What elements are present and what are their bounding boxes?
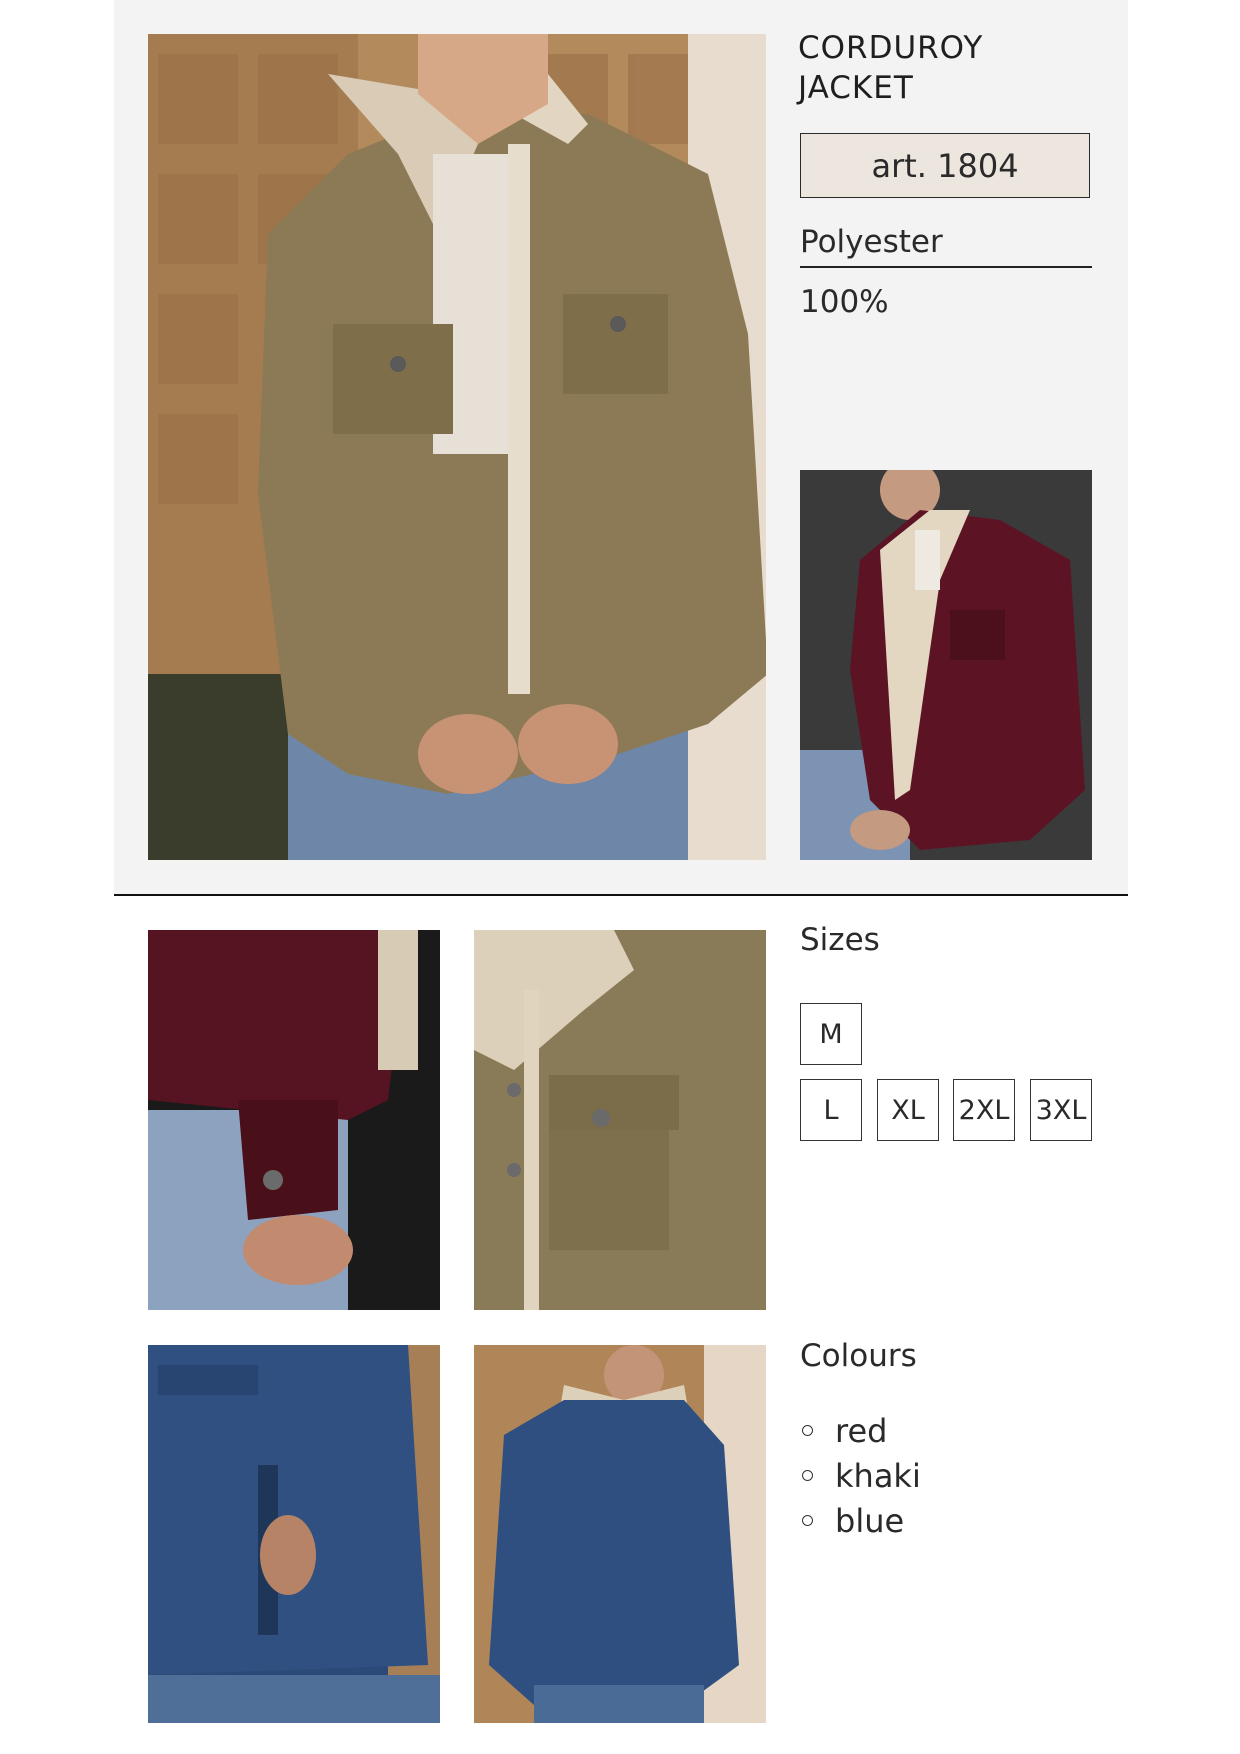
colour-option-label: red [835,1411,888,1450]
colours-label: Colours [800,1338,917,1374]
colour-option-label: khaki [835,1456,921,1495]
size-option-m[interactable]: M [800,1003,862,1065]
article-number: art. 1804 [871,146,1019,185]
khaki-pocket-detail-photo [474,930,766,1310]
red-jacket-photo [800,470,1092,860]
article-number-badge: art. 1804 [800,133,1090,198]
size-option-l[interactable]: L [800,1079,862,1141]
colour-option-blue[interactable]: blue [800,1498,921,1543]
product-title-line2: JACKET [798,70,914,106]
product-title: CORDUROY JACKET [798,28,1118,108]
section-divider [114,894,1128,896]
size-option-3xl[interactable]: 3XL [1030,1079,1092,1141]
red-sleeve-detail-photo [148,930,440,1310]
blue-pocket-detail-photo [148,1345,440,1723]
size-option-2xl[interactable]: 2XL [953,1079,1015,1141]
product-title-line1: CORDUROY [798,30,984,66]
sizes-label: Sizes [800,922,880,958]
material-percent: 100% [800,284,889,320]
colour-option-red[interactable]: red [800,1408,921,1453]
material-name: Polyester [800,224,1092,268]
size-option-xl[interactable]: XL [877,1079,939,1141]
colour-option-label: blue [835,1501,905,1540]
blue-jacket-back-photo [474,1345,766,1723]
main-khaki-jacket-photo [148,34,766,860]
radio-icon[interactable] [802,1515,813,1526]
colour-options-list: red khaki blue [800,1408,921,1543]
radio-icon[interactable] [802,1470,813,1481]
colour-option-khaki[interactable]: khaki [800,1453,921,1498]
radio-icon[interactable] [802,1425,813,1436]
